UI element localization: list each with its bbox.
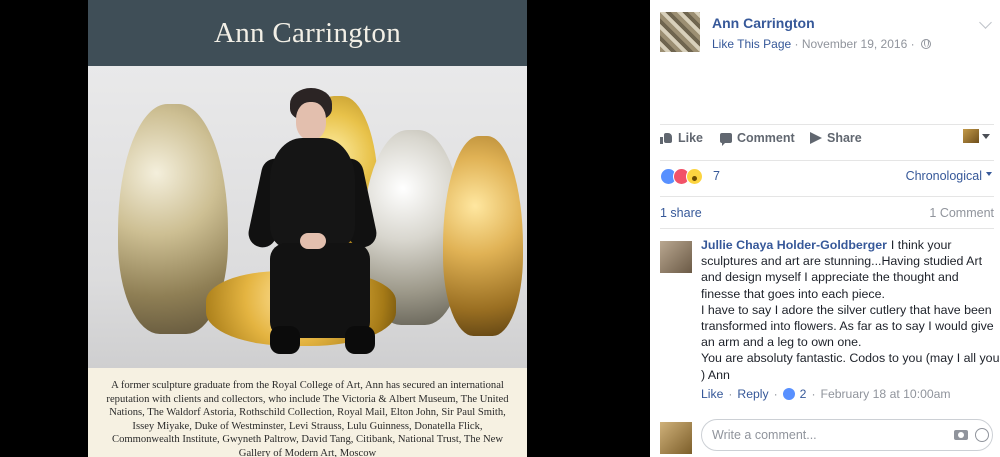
globe-icon — [920, 39, 931, 49]
post-meta: Like This Page · November 19, 2016 · — [712, 37, 931, 51]
comment-text: I think your sculptures and art are stun… — [701, 238, 1000, 382]
comment-like-link[interactable]: Like — [701, 387, 723, 401]
page-avatar[interactable] — [660, 12, 700, 52]
reaction-count[interactable]: 7 — [713, 169, 720, 183]
share-button[interactable]: Share — [810, 131, 862, 145]
comment-button[interactable]: Comment — [720, 131, 795, 146]
like-reaction-icon — [782, 387, 795, 400]
smiley-icon[interactable] — [975, 428, 989, 442]
comment-timestamp[interactable]: February 18 at 10:00am — [821, 387, 951, 401]
footer-dot: · — [811, 386, 816, 401]
reaction-icons[interactable] — [660, 168, 703, 185]
comment-order-label: Chronological — [905, 169, 982, 183]
comment-body: Jullie Chaya Holder-Goldberger I think yo… — [701, 237, 1000, 383]
comment-count[interactable]: 1 Comment — [929, 206, 994, 220]
footer-dot: · — [773, 386, 778, 401]
footer-dot: · — [728, 386, 733, 401]
page-name-link[interactable]: Ann Carrington — [712, 15, 815, 31]
comment-order-select[interactable]: Chronological — [906, 169, 992, 183]
commenter-name-link[interactable]: Jullie Chaya Holder-Goldberger — [701, 238, 887, 252]
comment-item: Jullie Chaya Holder-Goldberger I think yo… — [660, 228, 999, 401]
poster: Ann Carrington A former sculpture gradua… — [88, 0, 527, 457]
share-row: 1 share 1 Comment — [660, 196, 994, 227]
post-header: Ann Carrington Like This Page · November… — [660, 12, 992, 56]
meta-separator: · — [907, 37, 918, 51]
chevron-down-icon[interactable] — [979, 16, 992, 29]
wow-reaction-icon — [686, 168, 703, 185]
composer-avatar — [660, 422, 692, 454]
post-actions: Like Comment Share — [660, 124, 994, 155]
comment-like-count[interactable]: 2 — [800, 387, 807, 401]
like-page-link[interactable]: Like This Page — [712, 37, 791, 51]
like-button[interactable]: Like — [660, 131, 703, 145]
thumbs-up-icon — [660, 132, 673, 144]
post-date[interactable]: November 19, 2016 — [802, 37, 907, 51]
caret-down-icon — [986, 172, 992, 176]
reactions-row: 7 Chronological — [660, 160, 994, 195]
mini-avatar — [963, 129, 979, 143]
share-icon — [810, 132, 822, 144]
actor-picker[interactable] — [963, 129, 990, 143]
commenter-avatar[interactable] — [660, 241, 692, 273]
photo-stage: Ann Carrington A former sculpture gradua… — [0, 0, 650, 457]
caret-down-icon — [982, 133, 990, 139]
poster-header: Ann Carrington — [88, 0, 527, 66]
comment-composer — [660, 418, 994, 454]
poster-title: Ann Carrington — [213, 16, 402, 49]
comment-footer: Like · Reply · 2 · February 18 at 10:00a… — [701, 387, 994, 401]
meta-separator: · — [791, 37, 802, 51]
camera-icon[interactable] — [954, 430, 968, 440]
artist-figure — [230, 88, 390, 358]
artist-photo — [88, 66, 527, 368]
comment-input[interactable] — [701, 419, 993, 451]
share-label: Share — [827, 131, 862, 145]
comment-reply-link[interactable]: Reply — [737, 387, 768, 401]
poster-description: A former sculpture graduate from the Roy… — [106, 380, 509, 457]
like-label: Like — [678, 131, 704, 145]
gold-vase — [443, 136, 523, 336]
comment-icon — [720, 133, 732, 146]
share-count-link[interactable]: 1 share — [660, 206, 702, 220]
post-sidebar: Ann Carrington Like This Page · November… — [650, 0, 1000, 457]
comment-label: Comment — [737, 131, 795, 145]
